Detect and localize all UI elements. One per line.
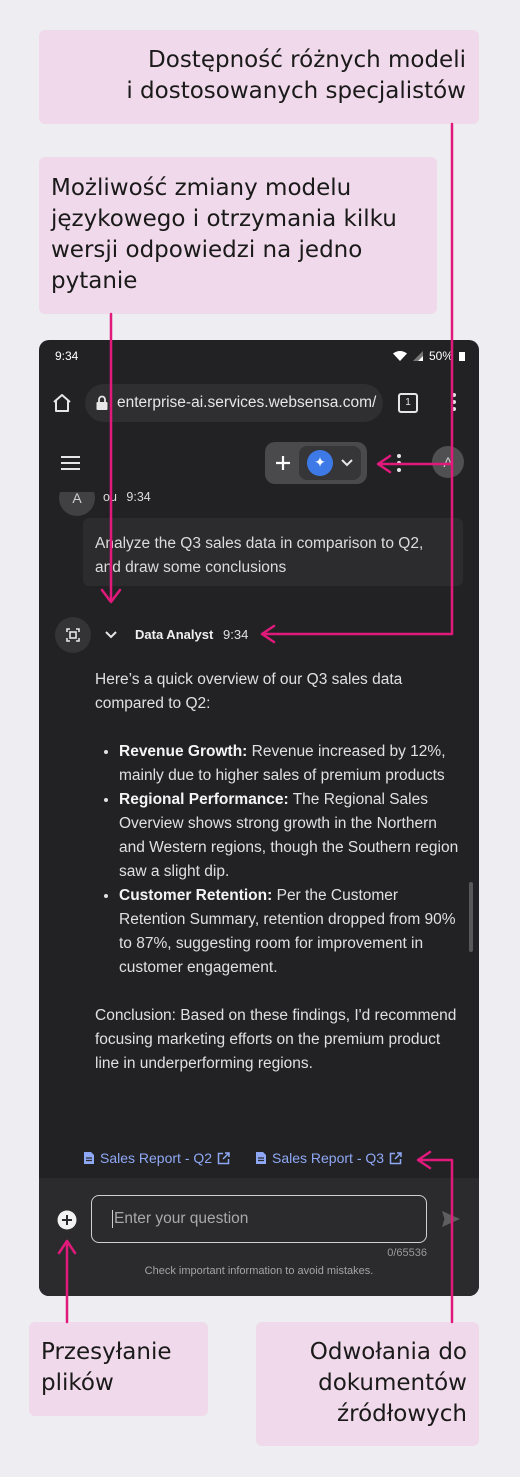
callout-model-switch: Możliwość zmiany modelu językowego i otr… — [39, 157, 437, 314]
message-user-meta: ou 9:34 — [103, 492, 151, 504]
agent-name: Data Analyst — [135, 627, 214, 642]
callout-models-line2: i dostosowanych specjalistów — [126, 78, 466, 104]
bullet-title: Revenue Growth: — [119, 743, 248, 760]
answer-bullets: Revenue Growth: Revenue increased by 12%… — [95, 740, 465, 980]
wifi-icon — [392, 351, 407, 361]
bullet-title: Customer Retention: — [119, 887, 273, 904]
callout-sources-line3: źródłowych — [337, 1401, 467, 1427]
answer-conclusion: Conclusion: Based on these findings, I'd… — [95, 1007, 457, 1072]
model-select-button[interactable]: ✦ — [299, 446, 361, 480]
callout-sources-line2: dokumentów — [318, 1370, 467, 1396]
agent-avatar[interactable] — [55, 617, 91, 653]
open-external-icon — [217, 1151, 230, 1164]
callout-sources-line1: Odwołania do — [309, 1339, 467, 1365]
message-user-name: ou — [103, 492, 117, 504]
reference-label: Sales Report - Q3 — [272, 1150, 385, 1166]
answer-intro: Here’s a quick overview of our Q3 sales … — [95, 671, 403, 712]
url-field[interactable]: enterprise-ai.services.websensa.com/ — [85, 384, 383, 422]
message-user-time: 9:34 — [126, 492, 151, 504]
hamburger-menu-icon[interactable] — [61, 455, 81, 471]
document-icon — [84, 1152, 94, 1164]
character-counter: 0/65536 — [387, 1247, 427, 1259]
url-text: enterprise-ai.services.websensa.com/ — [117, 394, 377, 411]
list-item: Revenue Growth: Revenue increased by 12%… — [119, 740, 465, 788]
reference-label: Sales Report - Q2 — [100, 1150, 213, 1166]
source-references: Sales Report - Q2 Sales Report - Q3 — [83, 1150, 463, 1170]
document-icon — [256, 1152, 266, 1164]
model-selector-group: ✦ — [265, 442, 367, 484]
home-icon[interactable] — [52, 393, 72, 413]
callout-models: Dostępność różnych modeli i dostosowanyc… — [39, 30, 479, 124]
message-user-avatar: A — [59, 492, 95, 516]
disclaimer: Check important information to avoid mis… — [144, 1265, 374, 1277]
send-icon[interactable] — [441, 1210, 461, 1228]
open-external-icon — [389, 1151, 402, 1164]
callout-switch-line4: pytanie — [51, 268, 138, 294]
callout-switch-line3: wersji odpowiedzi na jedno — [51, 237, 363, 263]
question-input-box[interactable] — [91, 1195, 427, 1243]
agent-answer: Here’s a quick overview of our Q3 sales … — [95, 668, 465, 1076]
chevron-down-icon — [341, 459, 353, 467]
agent-header: Data Analyst 9:34 — [55, 617, 355, 653]
reference-link-q3[interactable]: Sales Report - Q3 — [255, 1150, 402, 1166]
callout-sources: Odwołania do dokumentów źródłowych — [256, 1322, 479, 1446]
list-item: Customer Retention: Per the Customer Ret… — [119, 884, 465, 980]
tabs-button[interactable]: 1 — [398, 393, 418, 413]
list-item: Regional Performance: The Regional Sales… — [119, 788, 465, 884]
status-time: 9:34 — [55, 349, 79, 363]
reference-link-q2[interactable]: Sales Report - Q2 — [83, 1150, 230, 1166]
battery-icon — [459, 352, 465, 361]
callout-switch-line1: Możliwość zmiany modelu — [51, 175, 352, 201]
agent-chevron-down-icon[interactable] — [105, 630, 117, 640]
status-icons: 50% — [392, 349, 465, 363]
browser-menu-icon[interactable] — [451, 392, 457, 412]
status-bar: 9:34 50% — [39, 340, 479, 372]
browser-bar: enterprise-ai.services.websensa.com/ 1 — [39, 378, 479, 428]
user-message: Analyze the Q3 sales data in comparison … — [83, 518, 463, 586]
phone-screen: 9:34 50% enterprise-ai.services.websensa… — [39, 340, 479, 1296]
app-header: ✦ A — [39, 438, 479, 490]
sparkle-icon: ✦ — [307, 450, 333, 476]
battery-percent: 50% — [428, 349, 453, 363]
chat-scrollbar[interactable] — [469, 882, 473, 952]
question-input[interactable] — [114, 1196, 414, 1242]
more-vert-icon[interactable] — [396, 453, 402, 473]
callout-upload-line2: plików — [41, 1370, 114, 1396]
text-caret — [112, 1210, 113, 1228]
attach-plus-icon[interactable] — [57, 1210, 77, 1230]
callout-upload-line1: Przesyłanie — [41, 1339, 172, 1365]
signal-icon — [412, 351, 423, 361]
bullet-title: Regional Performance: — [119, 791, 289, 808]
lock-icon — [96, 395, 108, 410]
callout-switch-line2: językowego i otrzymania kilku — [51, 206, 397, 232]
composer: 0/65536 Check important information to a… — [39, 1178, 479, 1296]
user-avatar[interactable]: A — [432, 446, 464, 478]
callout-upload: Przesyłanie plików — [29, 1322, 208, 1416]
callout-models-line1: Dostępność różnych modeli — [148, 47, 466, 73]
focus-frame-icon — [66, 628, 80, 642]
new-chat-plus-icon[interactable] — [273, 451, 293, 475]
agent-time: 9:34 — [223, 627, 249, 642]
chat-area: A ou 9:34 Analyze the Q3 sales data in c… — [39, 492, 479, 1178]
